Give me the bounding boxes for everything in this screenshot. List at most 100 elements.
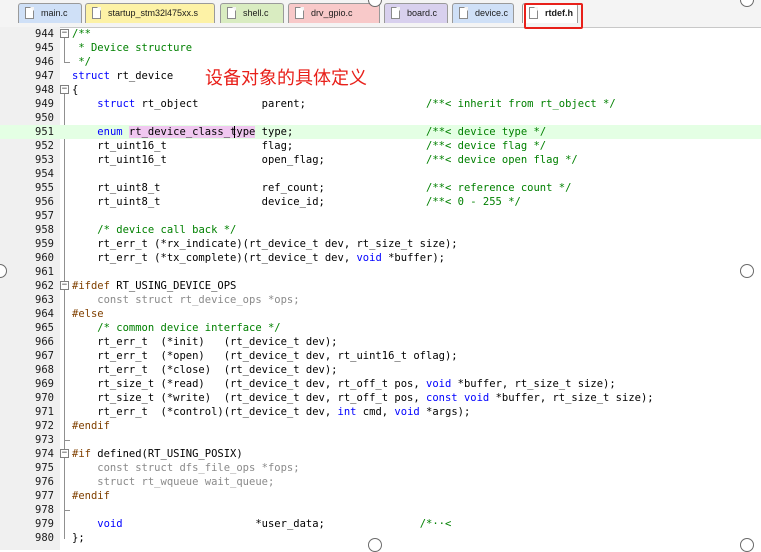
- code-text: #ifdef RT_USING_DEVICE_OPS: [72, 279, 236, 293]
- code-token: struct: [97, 98, 136, 110]
- code-line[interactable]: 979 void *user_data; /*··<: [0, 517, 761, 531]
- code-line[interactable]: 971 rt_err_t (*control)(rt_device_t dev,…: [0, 405, 761, 419]
- code-token: enum: [97, 126, 123, 138]
- line-number: 947: [35, 70, 54, 82]
- code-line[interactable]: 960 rt_err_t (*tx_complete)(rt_device_t …: [0, 251, 761, 265]
- fold-collapse-icon[interactable]: −: [60, 85, 69, 94]
- code-token: rt_uint16_t flag;: [72, 140, 427, 152]
- line-number: 948: [35, 84, 54, 96]
- tab-startup-stm32l475xx-s[interactable]: startup_stm32l475xx.s: [85, 3, 215, 23]
- line-number: 971: [35, 406, 54, 418]
- code-token: *buffer, rt_size_t size);: [451, 378, 616, 390]
- code-text: struct rt_device: [72, 69, 173, 83]
- fold-collapse-icon[interactable]: −: [60, 29, 69, 38]
- code-line[interactable]: 956 rt_uint8_t device_id; /**< 0 - 255 *…: [0, 195, 761, 209]
- code-line[interactable]: 968 rt_err_t (*close) (rt_device_t dev);: [0, 363, 761, 377]
- line-number: 961: [35, 266, 54, 278]
- code-text: rt_err_t (*open) (rt_device_t dev, rt_ui…: [72, 349, 458, 363]
- code-line[interactable]: 977 #endif: [0, 489, 761, 503]
- fold-collapse-icon[interactable]: −: [60, 281, 69, 290]
- line-number: 946: [35, 56, 54, 68]
- code-line[interactable]: 944−/**: [0, 27, 761, 41]
- code-token: defined(RT_USING_POSIX): [90, 448, 243, 460]
- code-line[interactable]: 954: [0, 167, 761, 181]
- code-line[interactable]: 952 rt_uint16_t flag; /**< device flag *…: [0, 139, 761, 153]
- line-number: 977: [35, 490, 54, 502]
- code-token: rt_uint8_t device_id;: [72, 196, 427, 208]
- code-line[interactable]: 973: [0, 433, 761, 447]
- code-token: const struct dfs_file_ops *fops;: [72, 462, 300, 474]
- code-text: #endif: [72, 489, 110, 503]
- code-token: rt_err_t (*open) (rt_device_t dev, rt_ui…: [72, 350, 458, 362]
- code-line[interactable]: 970 rt_size_t (*write) (rt_device_t dev,…: [0, 391, 761, 405]
- resize-handle-right[interactable]: [740, 264, 754, 278]
- code-token: rt_err_t (*tx_complete)(rt_device_t dev,: [72, 252, 357, 264]
- code-line[interactable]: 946 */: [0, 55, 761, 69]
- code-line[interactable]: 958 /* device call back */: [0, 223, 761, 237]
- code-text: rt_uint8_t ref_count; /**< reference cou…: [72, 181, 571, 195]
- code-line[interactable]: 953 rt_uint16_t open_flag; /**< device o…: [0, 153, 761, 167]
- fold-collapse-icon[interactable]: −: [60, 449, 69, 458]
- line-number: 972: [35, 420, 54, 432]
- code-line[interactable]: 967 rt_err_t (*open) (rt_device_t dev, r…: [0, 349, 761, 363]
- code-text: #endif: [72, 419, 110, 433]
- code-token: {: [72, 84, 79, 96]
- line-number: 960: [35, 252, 54, 264]
- code-line[interactable]: 974− #if defined(RT_USING_POSIX): [0, 447, 761, 461]
- code-token: rt_uint8_t ref_count;: [72, 182, 427, 194]
- code-line[interactable]: 964 #else: [0, 307, 761, 321]
- file-icon: [391, 7, 400, 19]
- code-line[interactable]: 965 /* common device interface */: [0, 321, 761, 335]
- code-token: * Device structure: [72, 42, 193, 54]
- line-number: 955: [35, 182, 54, 194]
- file-icon: [295, 7, 304, 19]
- line-number: 957: [35, 210, 54, 222]
- code-line[interactable]: 959 rt_err_t (*rx_indicate)(rt_device_t …: [0, 237, 761, 251]
- code-line[interactable]: 976 struct rt_wqueue wait_queue;: [0, 475, 761, 489]
- line-number: 953: [35, 154, 54, 166]
- code-line[interactable]: 951 enum rt_device_class_type type; /**<…: [0, 125, 761, 139]
- code-line[interactable]: 978: [0, 503, 761, 517]
- code-token: rt_err_t (*close) (rt_device_t dev);: [72, 364, 338, 376]
- code-line[interactable]: 975 const struct dfs_file_ops *fops;: [0, 461, 761, 475]
- code-text: /* device call back */: [72, 223, 236, 237]
- code-line[interactable]: 947 struct rt_device: [0, 69, 761, 83]
- code-line[interactable]: 955 rt_uint8_t ref_count; /**< reference…: [0, 181, 761, 195]
- tab-main-c[interactable]: main.c: [18, 3, 82, 23]
- code-line[interactable]: 962− #ifdef RT_USING_DEVICE_OPS: [0, 279, 761, 293]
- code-line[interactable]: 969 rt_size_t (*read) (rt_device_t dev, …: [0, 377, 761, 391]
- tab-shell-c[interactable]: shell.c: [220, 3, 284, 23]
- tab-drv-gpio-c[interactable]: drv_gpio.c: [288, 3, 380, 23]
- code-editor[interactable]: 944−/** 945 * Device structure 946 */947st…: [0, 27, 761, 550]
- line-number: 978: [35, 504, 54, 516]
- code-line[interactable]: 957: [0, 209, 761, 223]
- file-icon: [25, 7, 34, 19]
- tab-device-c[interactable]: device.c: [452, 3, 514, 23]
- code-line[interactable]: 950: [0, 111, 761, 125]
- line-number: 970: [35, 392, 54, 404]
- code-line[interactable]: 972 #endif: [0, 419, 761, 433]
- code-line[interactable]: 945 * Device structure: [0, 41, 761, 55]
- fold-end-icon: [64, 503, 70, 511]
- code-token: /**: [72, 28, 91, 40]
- line-number: 974: [35, 448, 54, 460]
- code-line[interactable]: 949 struct rt_object parent; /**< inheri…: [0, 97, 761, 111]
- code-token: /**< device type */: [426, 126, 547, 138]
- code-text: rt_size_t (*write) (rt_device_t dev, rt_…: [72, 391, 653, 405]
- code-text: rt_size_t (*read) (rt_device_t dev, rt_o…: [72, 377, 616, 391]
- code-line[interactable]: 966 rt_err_t (*init) (rt_device_t dev);: [0, 335, 761, 349]
- line-number: 968: [35, 364, 54, 376]
- tab-board-c[interactable]: board.c: [384, 3, 448, 23]
- code-token: int: [337, 406, 357, 418]
- code-line[interactable]: 961: [0, 265, 761, 279]
- code-text: #else: [72, 307, 104, 321]
- line-number: 975: [35, 462, 54, 474]
- code-line[interactable]: 963 const struct rt_device_ops *ops;: [0, 293, 761, 307]
- line-number: 951: [35, 126, 54, 138]
- code-text: */: [72, 55, 91, 69]
- code-line[interactable]: 948−{: [0, 83, 761, 97]
